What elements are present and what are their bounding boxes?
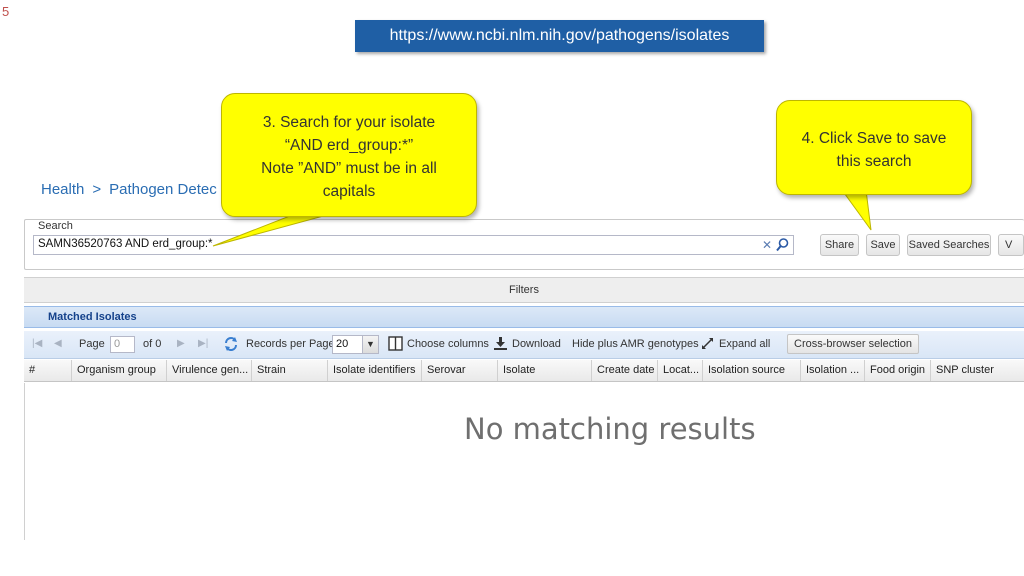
choose-columns-button[interactable]: Choose columns (407, 338, 489, 350)
grid-column-header: # Organism group Virulence gen... Strain… (24, 360, 1024, 382)
column-isolate[interactable]: Isolate (497, 360, 591, 381)
callout-step-3: 3. Search for your isolate “AND erd_grou… (221, 93, 477, 217)
page-label: Page (79, 338, 105, 350)
column-strain[interactable]: Strain (251, 360, 327, 381)
matched-isolates-header: Matched Isolates (24, 306, 1024, 328)
columns-icon[interactable] (388, 336, 403, 354)
column-snp-cluster[interactable]: SNP cluster (930, 360, 1024, 381)
page-number-input[interactable]: 0 (110, 336, 135, 353)
column-isolation-source[interactable]: Isolation source (702, 360, 800, 381)
refresh-icon[interactable] (223, 336, 239, 355)
share-button[interactable]: Share (820, 234, 859, 256)
slide-number: 5 (2, 4, 10, 19)
hide-amr-button[interactable]: Hide plus AMR genotypes (572, 338, 699, 350)
expand-all-button[interactable]: Expand all (719, 338, 770, 350)
column-organism-group[interactable]: Organism group (71, 360, 166, 381)
column-serovar[interactable]: Serovar (421, 360, 497, 381)
column-create-date[interactable]: Create date (591, 360, 657, 381)
filters-label: Filters (509, 284, 539, 296)
close-icon[interactable]: ✕ (760, 238, 774, 252)
callout-step-4-line-1: 4. Click Save to save (801, 130, 947, 147)
callout-step-4-line-2: this search (836, 153, 912, 170)
filters-bar[interactable]: Filters (24, 277, 1024, 303)
prev-page-icon[interactable]: ◀ (54, 338, 62, 349)
chevron-down-icon[interactable]: ▼ (362, 336, 378, 353)
download-icon[interactable] (493, 336, 508, 354)
last-page-icon[interactable]: ▶| (198, 338, 208, 349)
first-page-icon[interactable]: |◀ (32, 338, 42, 349)
callout-step-3-line-2: “AND erd_group:*” (284, 137, 414, 154)
search-input[interactable]: SAMN36520763 AND erd_group:* ✕ (33, 235, 794, 255)
breadcrumb-home[interactable]: Health (41, 181, 84, 198)
search-icon[interactable] (775, 237, 790, 253)
column-isolation-type[interactable]: Isolation ... (800, 360, 864, 381)
breadcrumb: Health > Pathogen Detec (41, 181, 217, 198)
breadcrumb-current[interactable]: Pathogen Detec (109, 181, 217, 198)
column-index[interactable]: # (24, 360, 71, 381)
column-location[interactable]: Locat... (657, 360, 702, 381)
search-legend: Search (36, 220, 75, 232)
callout-step-3-line-1: 3. Search for your isolate (262, 114, 436, 131)
callout-step-4: 4. Click Save to save this search (776, 100, 972, 195)
slide: 5 https://www.ncbi.nlm.nih.gov/pathogens… (0, 0, 1024, 576)
paging-toolbar: |◀ ◀ Page 0 of 0 ▶ ▶| Records per Page 2… (24, 331, 1024, 359)
breadcrumb-separator: > (92, 181, 102, 198)
next-page-icon[interactable]: ▶ (177, 338, 185, 349)
grid-body (24, 383, 1024, 540)
panel-title: Matched Isolates (48, 311, 137, 323)
records-per-page-label: Records per Page (246, 338, 335, 350)
overflow-button[interactable]: V (998, 234, 1024, 256)
cross-browser-selection-button[interactable]: Cross-browser selection (787, 334, 919, 354)
url-text: https://www.ncbi.nlm.nih.gov/pathogens/i… (389, 27, 730, 44)
records-per-page-value: 20 (336, 338, 349, 350)
download-button[interactable]: Download (512, 338, 561, 350)
column-food-origin[interactable]: Food origin (864, 360, 930, 381)
empty-message: No matching results (464, 412, 756, 446)
callout-step-3-line-4: capitals (322, 183, 376, 200)
url-label: https://www.ncbi.nlm.nih.gov/pathogens/i… (355, 20, 764, 52)
expand-icon[interactable] (700, 336, 715, 354)
column-virulence-genotypes[interactable]: Virulence gen... (166, 360, 251, 381)
column-isolate-identifiers[interactable]: Isolate identifiers (327, 360, 421, 381)
records-per-page-select[interactable]: 20 ▼ (332, 335, 379, 354)
save-button[interactable]: Save (866, 234, 900, 256)
page-count: of 0 (143, 338, 162, 350)
search-input-value: SAMN36520763 AND erd_group:* (38, 238, 213, 250)
callout-step-3-line-3: Note ”AND” must be in all (261, 160, 437, 177)
saved-searches-button[interactable]: Saved Searches (907, 234, 991, 256)
